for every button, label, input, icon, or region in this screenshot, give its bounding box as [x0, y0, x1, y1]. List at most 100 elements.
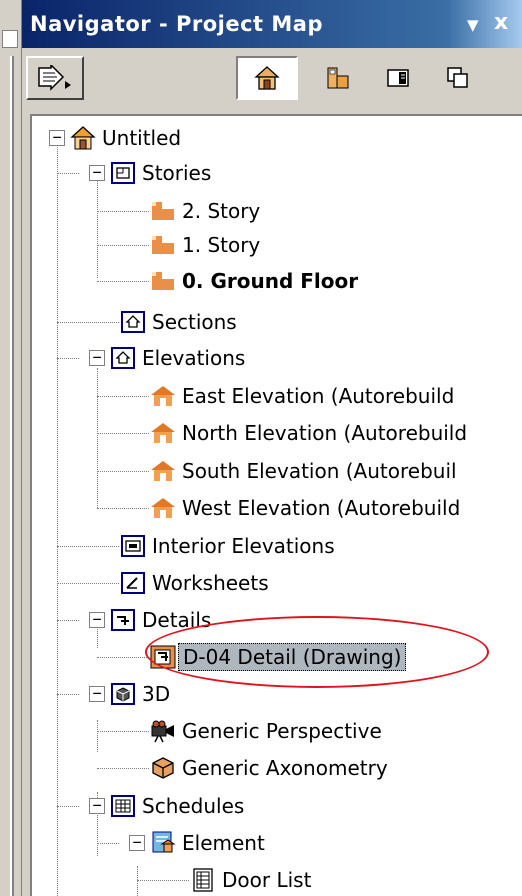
tree-label: Worksheets	[152, 571, 269, 595]
project-map-button[interactable]	[236, 56, 298, 100]
tree-item-west-elevation[interactable]: West Elevation (Autorebuild	[150, 490, 460, 526]
project-map-tree[interactable]: − − − − − − − Untitled Stories 2. Story	[30, 114, 522, 896]
axonometry-cube-icon	[150, 755, 176, 781]
tree-line	[57, 620, 79, 621]
tree-line	[97, 433, 149, 434]
collapse-toggle-3d[interactable]: −	[89, 686, 105, 702]
tree-line	[97, 508, 149, 509]
view-map-button[interactable]	[318, 56, 358, 100]
layout-book-button[interactable]	[378, 56, 418, 100]
tree-label: Door List	[222, 868, 312, 892]
tree-label: Untitled	[102, 126, 182, 150]
tree-label: 1. Story	[182, 233, 261, 257]
elevation-folder-icon	[110, 345, 136, 371]
tree-item-worksheets[interactable]: Worksheets	[120, 565, 269, 601]
tree-item-door-list[interactable]: Door List	[190, 862, 311, 896]
collapse-toggle-element[interactable]: −	[129, 835, 145, 851]
tree-item-story-0[interactable]: 0. Ground Floor	[150, 263, 358, 299]
tree-label: 2. Story	[182, 199, 261, 223]
tree-item-sections[interactable]: Sections	[120, 304, 237, 340]
tree-label: West Elevation (Autorebuild	[182, 496, 461, 520]
tree-label: Generic Perspective	[182, 719, 382, 743]
tree-line	[57, 322, 119, 323]
collapse-toggle-details[interactable]: −	[89, 612, 105, 628]
tree-item-north-elevation[interactable]: North Elevation (Autorebuild	[150, 415, 467, 451]
left-window-edge	[0, 0, 22, 896]
tree-item-element[interactable]: Element	[150, 825, 265, 861]
story-icon	[150, 268, 176, 294]
tree-label: Element	[182, 831, 265, 855]
tree-item-east-elevation[interactable]: East Elevation (Autorebuild	[150, 378, 454, 414]
tree-line	[137, 880, 189, 881]
tree-label: Elevations	[142, 346, 246, 370]
tree-item-generic-axonometry[interactable]: Generic Axonometry	[150, 750, 388, 786]
story-icon	[150, 232, 176, 258]
tree-line	[97, 211, 149, 212]
tree-item-details[interactable]: Details	[110, 602, 211, 638]
tree-line	[57, 546, 119, 547]
tree-label: Generic Axonometry	[182, 756, 388, 780]
section-folder-icon	[120, 309, 146, 335]
tree-line	[57, 358, 79, 359]
tree-label: North Elevation (Autorebuild	[182, 421, 468, 445]
tree-item-story-2[interactable]: 2. Story	[150, 193, 260, 229]
tree-label: South Elevation (Autorebuil	[182, 459, 457, 483]
project-house-icon	[70, 125, 96, 151]
splitter-line[interactable]	[10, 56, 14, 896]
collapse-toggle-schedules[interactable]: −	[89, 798, 105, 814]
tree-line	[97, 471, 149, 472]
tree-item-interior-elevations[interactable]: Interior Elevations	[120, 528, 335, 564]
collapse-toggle-untitled[interactable]: −	[49, 130, 65, 146]
schedule-list-icon	[190, 867, 216, 893]
tree-item-stories[interactable]: Stories	[110, 155, 211, 191]
tree-line	[97, 720, 98, 752]
3d-folder-icon	[110, 681, 136, 707]
tree-item-generic-perspective[interactable]: Generic Perspective	[150, 713, 382, 749]
layout-icon	[385, 65, 411, 91]
tree-item-3d[interactable]: 3D	[110, 676, 170, 712]
tree-line	[97, 245, 149, 246]
tree-line	[57, 806, 79, 807]
detail-drawing-icon	[150, 644, 176, 670]
tree-line	[97, 843, 119, 844]
collapse-toggle-elevations[interactable]: −	[89, 350, 105, 366]
story-icon	[150, 198, 176, 224]
tree-line	[97, 281, 149, 282]
navigator-panel: Navigator - Project Map ▼ x − − − − − − …	[22, 0, 522, 896]
house-icon	[254, 65, 280, 91]
detail-folder-icon	[110, 607, 136, 633]
tree-line	[97, 178, 98, 278]
tree-label: D-04 Detail (Drawing)	[178, 643, 407, 671]
tree-line	[97, 368, 98, 508]
tree-label: Sections	[152, 310, 237, 334]
palette-close-icon[interactable]: x	[494, 10, 508, 35]
tree-item-south-elevation[interactable]: South Elevation (Autorebuil	[150, 453, 457, 489]
tree-line	[97, 768, 149, 769]
palette-titlebar[interactable]: Navigator - Project Map ▼ x	[22, 0, 522, 48]
tree-line	[57, 173, 79, 174]
tree-label: Details	[142, 608, 212, 632]
collapse-toggle-stories[interactable]: −	[89, 165, 105, 181]
splitter-knob[interactable]	[2, 30, 18, 48]
tree-label: Schedules	[142, 794, 245, 818]
tree-item-untitled[interactable]: Untitled	[70, 120, 181, 156]
tree-label: 3D	[142, 682, 171, 706]
navigator-toolbar	[22, 48, 522, 112]
tree-item-elevations[interactable]: Elevations	[110, 340, 245, 376]
tree-item-story-1[interactable]: 1. Story	[150, 227, 260, 263]
tree-line	[97, 396, 149, 397]
elevation-house-icon	[150, 383, 176, 409]
palette-menu-dropdown-icon[interactable]: ▼	[467, 16, 479, 34]
elevation-house-icon	[150, 495, 176, 521]
publisher-sets-button[interactable]	[438, 56, 478, 100]
tree-label: East Elevation (Autorebuild	[182, 384, 455, 408]
navigator-menu-button[interactable]	[26, 56, 84, 100]
tree-item-detail-d04[interactable]: D-04 Detail (Drawing)	[150, 639, 407, 675]
camera-icon	[150, 718, 176, 744]
tree-item-schedules[interactable]: Schedules	[110, 788, 244, 824]
schedule-folder-icon	[110, 793, 136, 819]
tree-line	[57, 694, 79, 695]
tree-label: 0. Ground Floor	[182, 269, 359, 293]
tree-line	[57, 583, 119, 584]
stories-folder-icon	[110, 160, 136, 186]
